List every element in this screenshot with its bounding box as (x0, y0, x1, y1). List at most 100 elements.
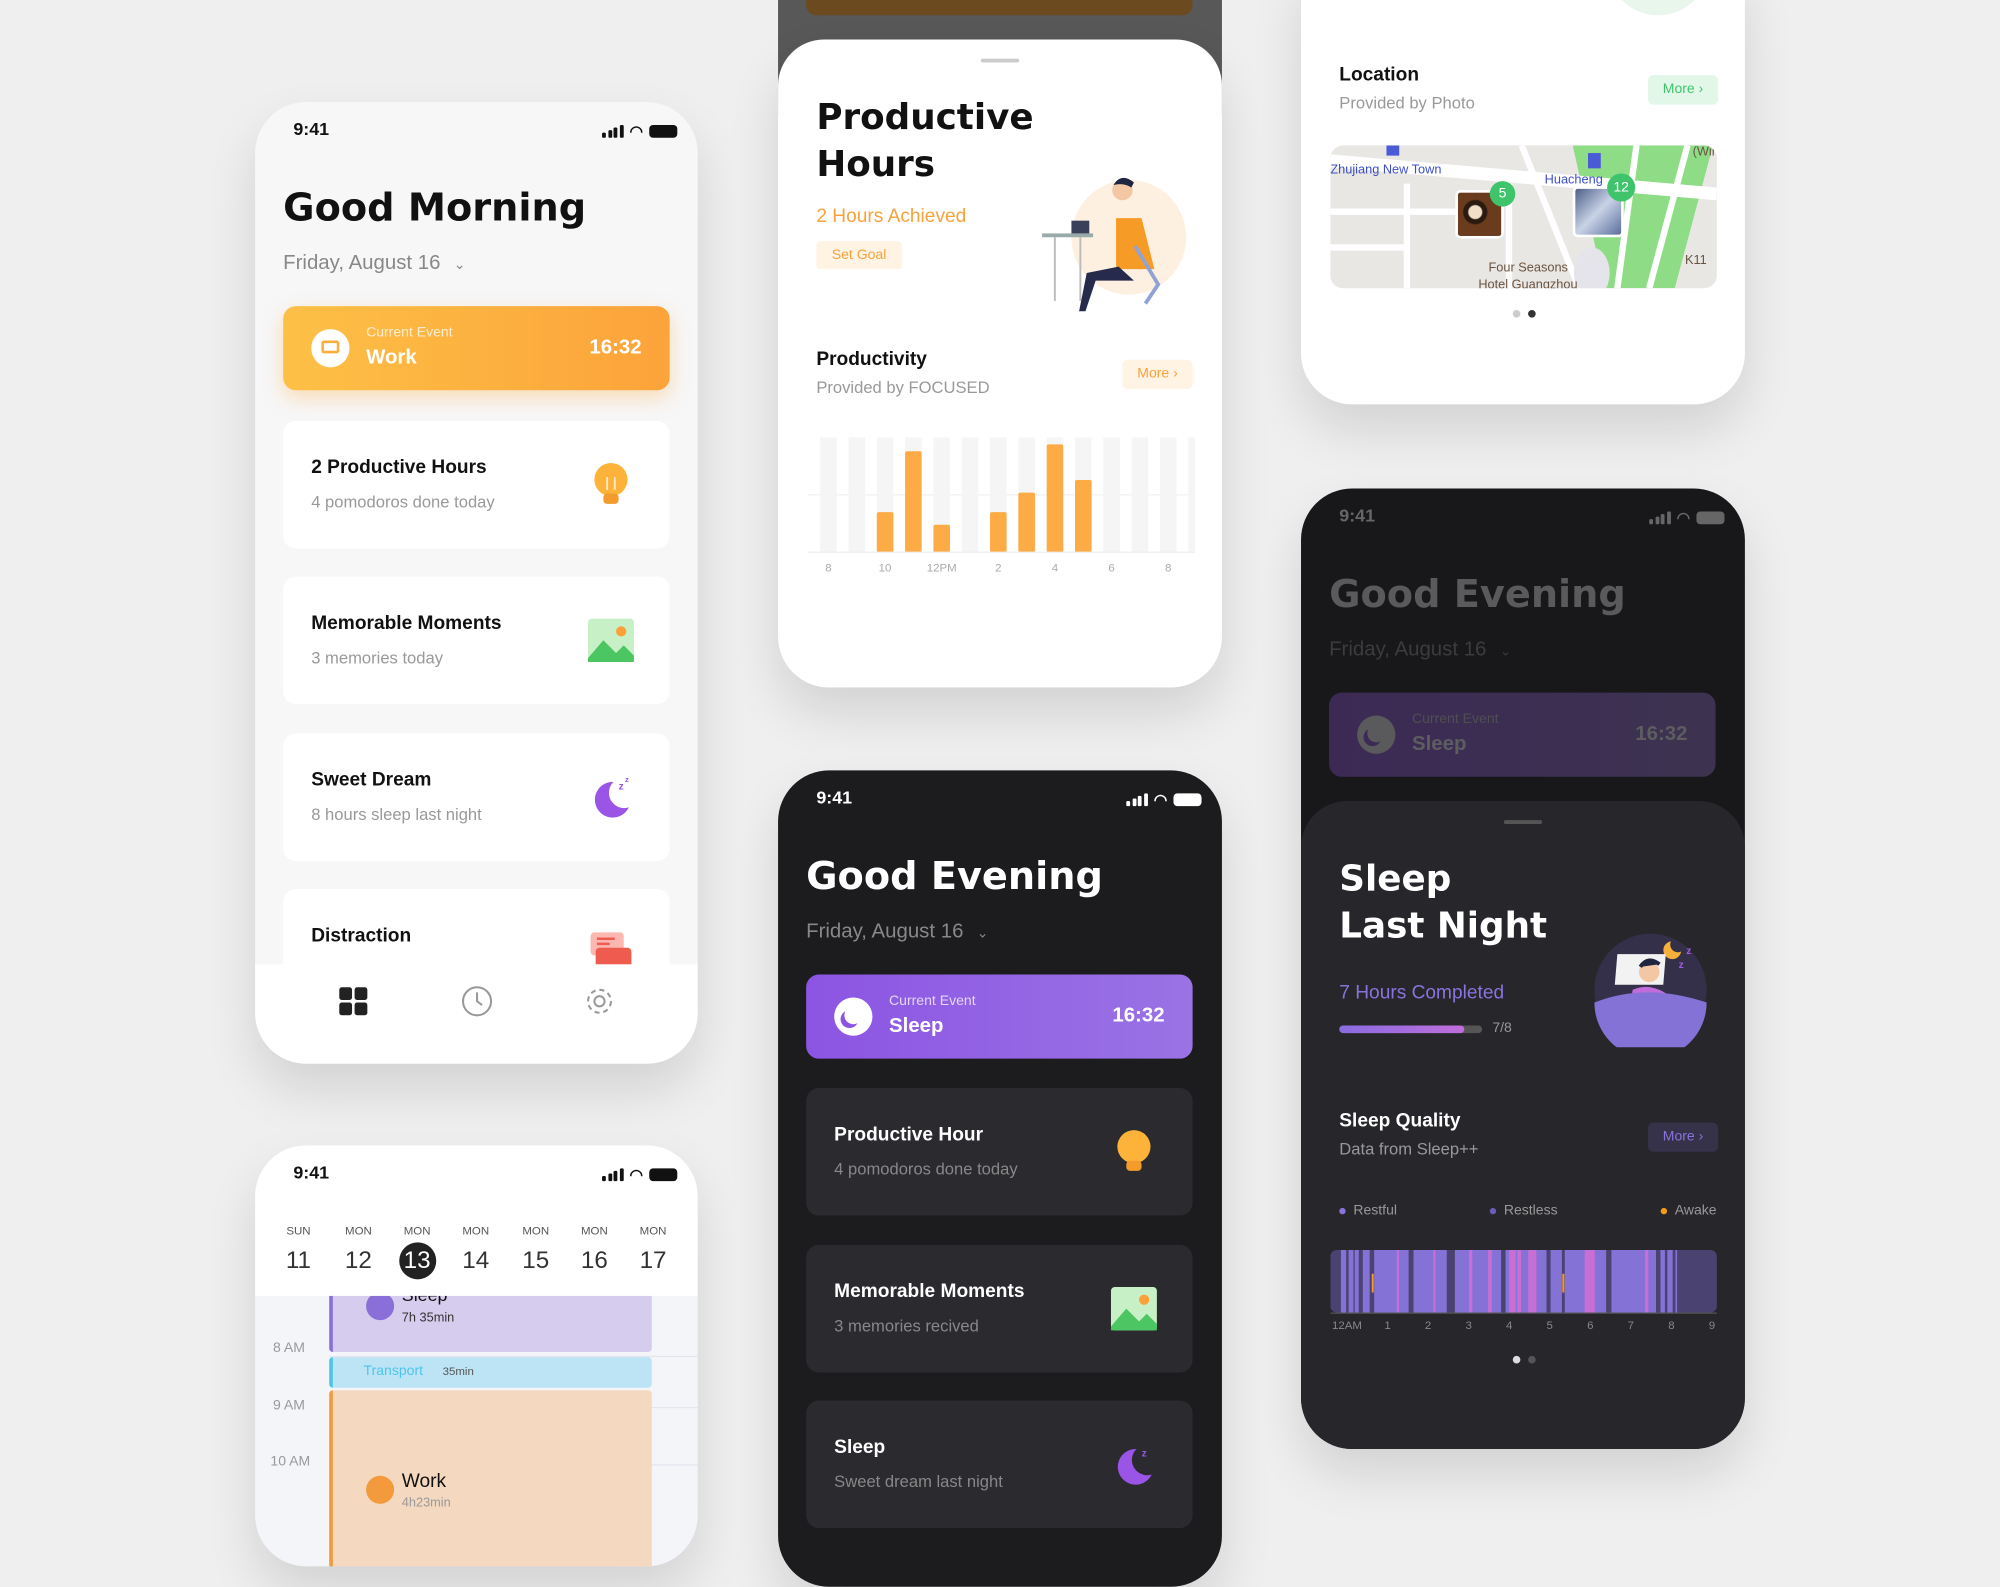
time-label-10am: 10 AM (270, 1454, 311, 1470)
sleep-segment (1509, 1249, 1516, 1313)
sleep-segment (1488, 1249, 1492, 1313)
sleep-segment (1413, 1249, 1447, 1313)
svg-text:z: z (1686, 946, 1691, 957)
legend-label: Restful (1353, 1202, 1398, 1219)
x-tick-label: 12PM (927, 562, 957, 574)
day-of-week: MON (522, 1224, 550, 1238)
battery-icon (649, 124, 678, 138)
sleep-more-button[interactable]: More › (1647, 1122, 1719, 1152)
memorable-moments-card[interactable]: Memorable Moments 3 memories recived (806, 1244, 1193, 1373)
sleep-quality-title: Sleep Quality (1339, 1109, 1461, 1132)
moon-icon: zz (594, 775, 629, 818)
day-16[interactable]: MON 16 (569, 1224, 620, 1279)
current-event-card[interactable]: Current Event Sleep 16:32 (1329, 692, 1716, 777)
bar (933, 524, 950, 553)
event-duration: 4h23min (401, 1496, 451, 1511)
sleep-sheet: Sleep Last Night 7 Hours Completed 7/8 zz… (1301, 801, 1745, 1449)
legend-restless: Restless (1489, 1203, 1558, 1218)
legend-label: Awake (1674, 1202, 1717, 1219)
sleep-segment (1667, 1249, 1673, 1313)
sheet-handle[interactable] (1503, 820, 1543, 824)
time-label-9am: 9 AM (272, 1397, 305, 1414)
monitor-icon (366, 1475, 395, 1504)
sweet-dream-card[interactable]: Sweet Dream 8 hours sleep last night zz (283, 733, 670, 861)
sleep-card[interactable]: Sleep Sweet dream last night z (806, 1400, 1193, 1529)
card-subtitle: 4 pomodoros done today (311, 492, 495, 512)
location-more-button[interactable]: More › (1647, 75, 1719, 105)
current-event-card[interactable]: Current Event Sleep 16:32 (806, 974, 1193, 1059)
day-13[interactable]: MON 13 (392, 1224, 443, 1280)
wifi-icon: ◠ (1676, 508, 1691, 527)
card-title: Productive Hour (834, 1123, 984, 1146)
day-number: 13 (398, 1242, 436, 1280)
event-duration: 35min (442, 1364, 474, 1378)
legend-dot (1660, 1207, 1668, 1214)
bar (1018, 492, 1035, 553)
productive-hours-sheet: Productive Hours 2 Hours Achieved Set Goa… (778, 39, 1222, 688)
day-15[interactable]: MON 15 (510, 1224, 561, 1279)
productive-hours-card[interactable]: 2 Productive Hours 4 pomodoros done toda… (283, 420, 670, 549)
day-11[interactable]: SUN 11 (273, 1224, 324, 1279)
tab-grid-icon[interactable] (339, 987, 368, 1016)
page-indicator[interactable] (1512, 1355, 1536, 1364)
memorable-moments-card[interactable]: Memorable Moments 3 memories today (283, 576, 670, 705)
progress-text: 7/8 (1492, 1020, 1512, 1036)
phone-sleep: 9:41 ◠ Good Evening Friday, August 16 ⌄ … (1301, 488, 1745, 1449)
status-bar: 9:41 ◠ (293, 119, 678, 142)
date-selector[interactable]: Friday, August 16 ⌄ (283, 253, 465, 276)
current-event-label: Current Event (1411, 711, 1499, 728)
day-17[interactable]: MON 17 (628, 1224, 679, 1279)
map-label-four-seasons: Four Seasons (1488, 261, 1568, 276)
legend-awake: Awake (1660, 1202, 1717, 1219)
map-label-hotel: Hotel Guangzhou (1478, 278, 1578, 289)
day-12[interactable]: MON 12 (333, 1224, 384, 1279)
photo-map[interactable]: Zhujiang New Town Huacheng Four Seasons … (1330, 145, 1717, 289)
x-tick-label: 8 (1668, 1320, 1674, 1332)
sleep-progress-fill (1339, 1025, 1465, 1034)
greeting-title: Good Evening (806, 854, 1103, 900)
map-label-k11: K11 (1684, 253, 1707, 268)
current-event-name: Work (366, 346, 417, 369)
sheet-title-line1: Productive (816, 95, 1034, 138)
x-tick-label: 2 (995, 562, 1001, 574)
image-icon (588, 618, 634, 662)
tab-clock-icon[interactable] (460, 985, 493, 1018)
page-indicator[interactable] (1512, 309, 1536, 318)
date-selector[interactable]: Friday, August 16 ⌄ (1329, 639, 1511, 662)
current-event-time: 16:32 (1112, 1005, 1165, 1027)
x-tick-label: 3 (1465, 1320, 1471, 1332)
card-title: Sweet Dream (311, 769, 432, 791)
sleep-segment (1374, 1249, 1409, 1313)
productivity-bar-chart: 8 10 12PM 2 4 6 8 (807, 437, 1196, 574)
current-event-card[interactable]: Current Event Work 16:32 (283, 306, 670, 391)
lightbulb-icon (1117, 1130, 1151, 1171)
sleeping-person-illustration: zz (1594, 933, 1707, 1048)
day-number: 14 (462, 1247, 490, 1275)
day-14[interactable]: MON 14 (450, 1224, 501, 1279)
date-selector[interactable]: Friday, August 16 ⌄ (806, 921, 988, 944)
set-goal-button[interactable]: Set Goal (816, 241, 902, 270)
event-work[interactable]: Work 4h23min (329, 1390, 652, 1567)
sheet-handle[interactable] (980, 58, 1020, 63)
card-subtitle: 4 pomodoros done today (834, 1159, 1018, 1179)
productive-hour-card[interactable]: Productive Hour 4 pomodoros done today (806, 1088, 1193, 1216)
phone-good-evening: 9:41 ◠ Good Evening Friday, August 16 ⌄ … (778, 770, 1222, 1587)
productivity-subtitle: Provided by FOCUSED (816, 377, 990, 397)
sleep-segment (1584, 1249, 1595, 1313)
completed-text: 7 Hours Completed (1339, 982, 1505, 1004)
x-tick-label: 8 (1165, 562, 1171, 574)
event-transport[interactable]: Transport 35min (329, 1357, 652, 1388)
signal-icon (1649, 511, 1671, 525)
sheet-title: Sleep Last Night (1339, 855, 1547, 949)
wifi-icon: ◠ (629, 122, 643, 141)
productivity-more-button[interactable]: More › (1122, 359, 1193, 390)
tab-gear-icon[interactable] (583, 985, 616, 1018)
location-subtitle: Provided by Photo (1339, 93, 1475, 113)
location-title: Location (1339, 63, 1420, 86)
sheet-title-line1: Sleep (1339, 857, 1452, 900)
status-bar: 9:41 ◠ (816, 787, 1202, 810)
bar (1046, 444, 1064, 553)
x-tick-label: 1 (1384, 1320, 1390, 1332)
sleep-segment (1645, 1249, 1649, 1313)
column-stripe (1103, 437, 1120, 553)
